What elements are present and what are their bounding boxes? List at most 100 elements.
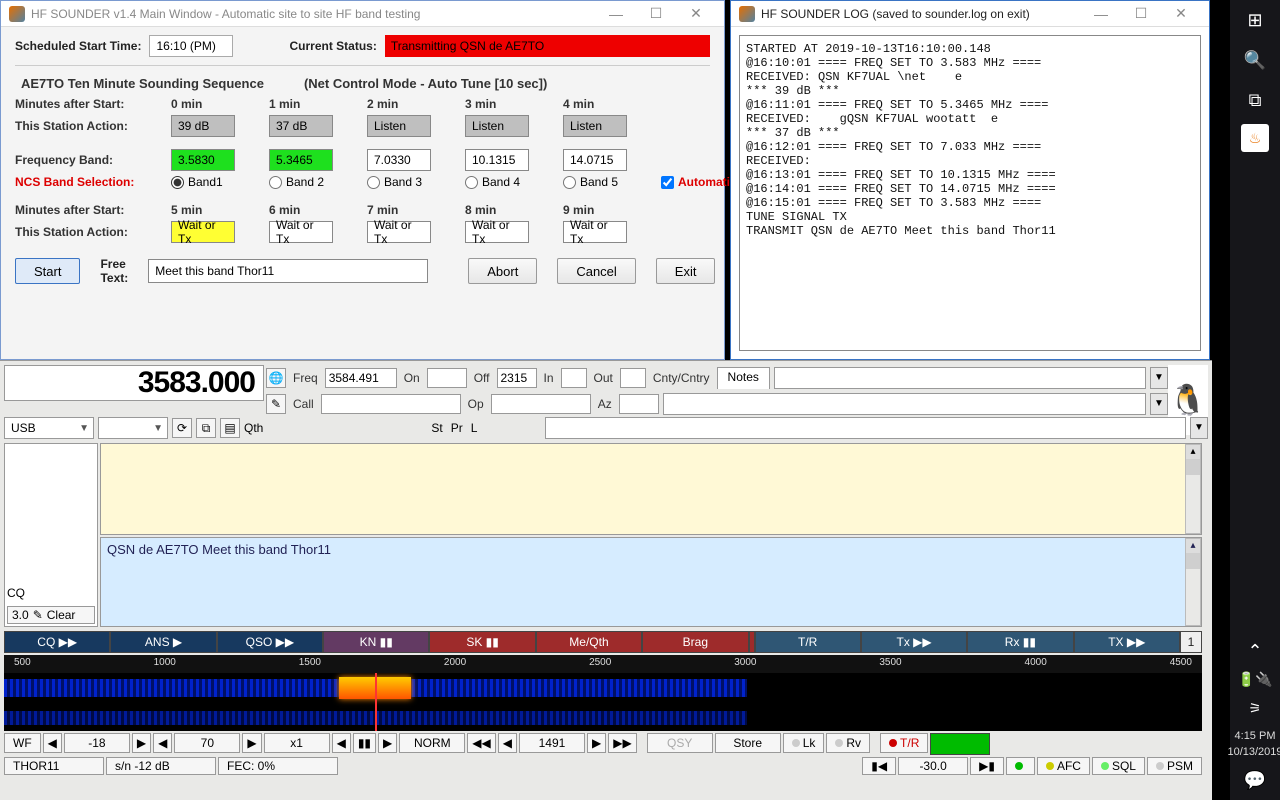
search-icon[interactable]: 🔍	[1231, 40, 1279, 80]
tray-expand-icon[interactable]: ⌃	[1231, 631, 1279, 671]
wf-skip-left-icon[interactable]: ◀	[332, 733, 351, 753]
wf-last-icon[interactable]: ▶▶	[608, 733, 636, 753]
op-input[interactable]	[491, 394, 591, 414]
info-field-1[interactable]	[663, 393, 1146, 415]
maximize-button[interactable]: ☐	[636, 5, 676, 22]
waterfall-display[interactable]	[4, 673, 1202, 731]
automatic-checkbox[interactable]: Automatic	[661, 175, 737, 189]
brush-icon[interactable]: ✎	[266, 394, 286, 414]
sql-button[interactable]: SQL	[1092, 757, 1145, 775]
out-input[interactable]	[620, 368, 646, 388]
wf-pause-icon[interactable]: ▮▮	[353, 733, 376, 753]
band4-radio[interactable]: Band 4	[465, 175, 557, 189]
windows-taskbar[interactable]: ⊞ 🔍 ⧉ ♨ ⌃ 🔋🔌 ⚞ 4:15 PM 10/13/2019 💬	[1230, 0, 1280, 800]
exit-button[interactable]: Exit	[656, 258, 716, 284]
receive-pane[interactable]: ▴	[100, 443, 1202, 535]
freq-3[interactable]: 10.1315	[465, 149, 529, 171]
log-maximize-button[interactable]: ☐	[1121, 5, 1161, 22]
freq-2[interactable]: 7.0330	[367, 149, 431, 171]
wf-skip-right-icon[interactable]: ▶	[378, 733, 397, 753]
macro-tx[interactable]: Tx ▶▶	[861, 631, 967, 653]
macro-cq[interactable]: CQ ▶▶	[4, 631, 110, 653]
wf-cursor[interactable]: 1491	[519, 733, 585, 753]
wf-val1[interactable]: -18	[64, 733, 130, 753]
globe-icon[interactable]: 🌐	[266, 368, 286, 388]
cancel-button[interactable]: Cancel	[557, 258, 635, 284]
minimize-button[interactable]: —	[596, 6, 636, 22]
status-last-icon[interactable]: ▶▮	[970, 757, 1004, 775]
wf-button[interactable]: WF	[4, 733, 41, 753]
status-diamond-icon[interactable]	[1006, 757, 1035, 775]
abort-button[interactable]: Abort	[468, 258, 537, 284]
close-button[interactable]: ✕	[676, 5, 716, 22]
wf-next-icon[interactable]: ▶	[587, 733, 606, 753]
notes-dropdown-icon[interactable]: ▼	[1150, 367, 1168, 389]
band5-radio[interactable]: Band 5	[563, 175, 655, 189]
macro-tr[interactable]: T/R	[755, 631, 861, 653]
wf-val2[interactable]: 70	[174, 733, 240, 753]
start-button[interactable]: Start	[15, 258, 80, 284]
free-text-input[interactable]: Meet this band Thor11	[148, 259, 428, 283]
wf-prev-icon[interactable]: ◀	[498, 733, 517, 753]
macro-meqth[interactable]: Me/Qth	[536, 631, 642, 653]
psm-button[interactable]: PSM	[1147, 757, 1202, 775]
afc-button[interactable]: AFC	[1037, 757, 1090, 775]
tray-time[interactable]: 4:15 PM	[1235, 728, 1276, 744]
submode-select[interactable]	[98, 417, 168, 439]
start-icon[interactable]: ⊞	[1231, 0, 1279, 40]
wf-norm[interactable]: NORM	[399, 733, 465, 753]
copy-icon[interactable]: ⧉	[196, 418, 216, 438]
macro-sk[interactable]: SK ▮▮	[429, 631, 535, 653]
log-titlebar[interactable]: HF SOUNDER LOG (saved to sounder.log on …	[731, 1, 1209, 27]
macro-qso[interactable]: QSO ▶▶	[217, 631, 323, 653]
lk-button[interactable]: Lk	[783, 733, 825, 753]
band3-radio[interactable]: Band 3	[367, 175, 459, 189]
qsy-button[interactable]: QSY	[647, 733, 713, 753]
log-close-button[interactable]: ✕	[1161, 5, 1201, 22]
call-input[interactable]	[321, 394, 461, 414]
store-button[interactable]: Store	[715, 733, 781, 753]
clear-button[interactable]: 3.0✎Clear	[7, 606, 95, 624]
status-mode[interactable]: THOR11	[4, 757, 104, 775]
wf-right2-icon[interactable]: ▶	[242, 733, 261, 753]
info-field-2[interactable]	[545, 417, 1186, 439]
info2-dropdown-icon[interactable]: ▼	[1190, 417, 1208, 439]
rv-button[interactable]: Rv	[826, 733, 870, 753]
notes-field[interactable]	[774, 367, 1146, 389]
in-input[interactable]	[561, 368, 587, 388]
wifi-icon[interactable]: ⚞	[1231, 688, 1279, 728]
wf-left-icon[interactable]: ◀	[43, 733, 62, 753]
info1-dropdown-icon[interactable]: ▼	[1150, 393, 1168, 415]
on-input[interactable]	[427, 368, 467, 388]
transmit-pane[interactable]: QSN de AE7TO Meet this band Thor11 ▴	[100, 537, 1202, 627]
off-input[interactable]: 2315	[497, 368, 537, 388]
log-minimize-button[interactable]: —	[1081, 6, 1121, 22]
az-input[interactable]	[619, 394, 659, 414]
freq-1[interactable]: 5.3465	[269, 149, 333, 171]
macro-kn[interactable]: KN ▮▮	[323, 631, 429, 653]
macro-brag[interactable]: Brag	[642, 631, 748, 653]
cq-label[interactable]: CQ	[7, 586, 25, 600]
freq-4[interactable]: 14.0715	[563, 149, 627, 171]
refresh-icon[interactable]: ⟳	[172, 418, 192, 438]
log-text-area[interactable]: STARTED AT 2019-10-13T16:10:00.148 @16:1…	[739, 35, 1201, 351]
notifications-icon[interactable]: 💬	[1231, 760, 1279, 800]
java-app-icon[interactable]: ♨	[1241, 124, 1269, 152]
status-first-icon[interactable]: ▮◀	[862, 757, 896, 775]
macro-tx2[interactable]: TX ▶▶	[1074, 631, 1180, 653]
book-icon[interactable]: ▤	[220, 418, 240, 438]
band1-radio[interactable]: Band1	[171, 175, 263, 189]
vfo-frequency[interactable]: 3583.000	[4, 365, 264, 401]
wf-left2-icon[interactable]: ◀	[153, 733, 172, 753]
tr-button[interactable]: T/R	[880, 733, 928, 753]
wf-first-icon[interactable]: ◀◀	[467, 733, 495, 753]
freq-0[interactable]: 3.5830	[171, 149, 235, 171]
power-meter[interactable]	[930, 733, 990, 755]
macro-page[interactable]: 1	[1180, 631, 1202, 653]
main-titlebar[interactable]: HF SOUNDER v1.4 Main Window - Automatic …	[1, 1, 724, 27]
notes-tab[interactable]: Notes	[717, 367, 770, 389]
battery-icon[interactable]: 🔋🔌	[1238, 671, 1273, 688]
task-view-icon[interactable]: ⧉	[1231, 80, 1279, 120]
wf-zoom[interactable]: x1	[264, 733, 330, 753]
macro-ans[interactable]: ANS ▶	[110, 631, 216, 653]
